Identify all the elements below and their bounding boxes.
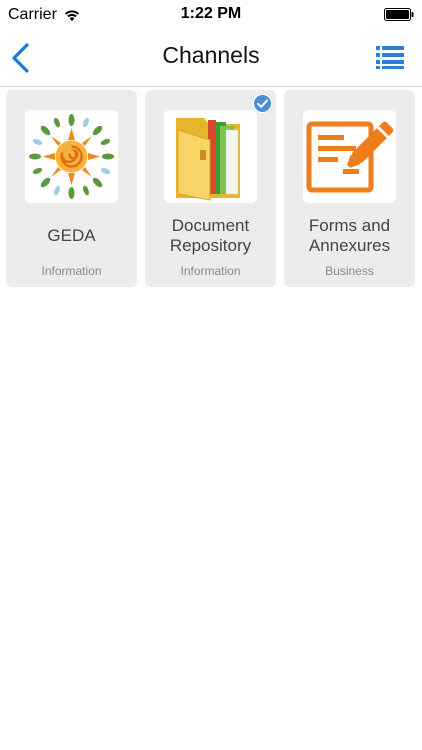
channel-category: Business <box>325 264 374 278</box>
channel-category: Information <box>180 264 241 278</box>
page-title: Channels <box>162 42 260 68</box>
channels-grid: GEDA Information Document Repository Inf… <box>6 90 415 287</box>
list-view-icon[interactable] <box>376 44 404 70</box>
selected-check-icon <box>253 94 272 113</box>
channel-category: Information <box>41 264 102 278</box>
channel-title: GEDA <box>47 226 96 245</box>
channel-title: Forms and Annexures <box>308 216 391 255</box>
channel-title: Document Repository <box>169 216 252 255</box>
channel-card-document-repository[interactable]: Document Repository Information <box>145 90 276 287</box>
form-pen-icon <box>303 110 396 203</box>
folder-icon <box>164 110 257 203</box>
status-time: 1:22 PM <box>180 5 242 22</box>
status-bar: Carrier 1:22 PM <box>0 0 422 30</box>
channel-icon-container <box>164 110 257 203</box>
channel-icon-container <box>25 110 118 203</box>
channel-card-geda[interactable]: GEDA Information <box>6 90 137 287</box>
channel-card-forms-and-annexures[interactable]: Forms and Annexures Business <box>284 90 415 287</box>
navigation-bar: Channels <box>0 30 422 87</box>
geda-logo-icon <box>25 110 118 203</box>
battery-icon <box>384 8 414 21</box>
channel-icon-container <box>303 110 396 203</box>
